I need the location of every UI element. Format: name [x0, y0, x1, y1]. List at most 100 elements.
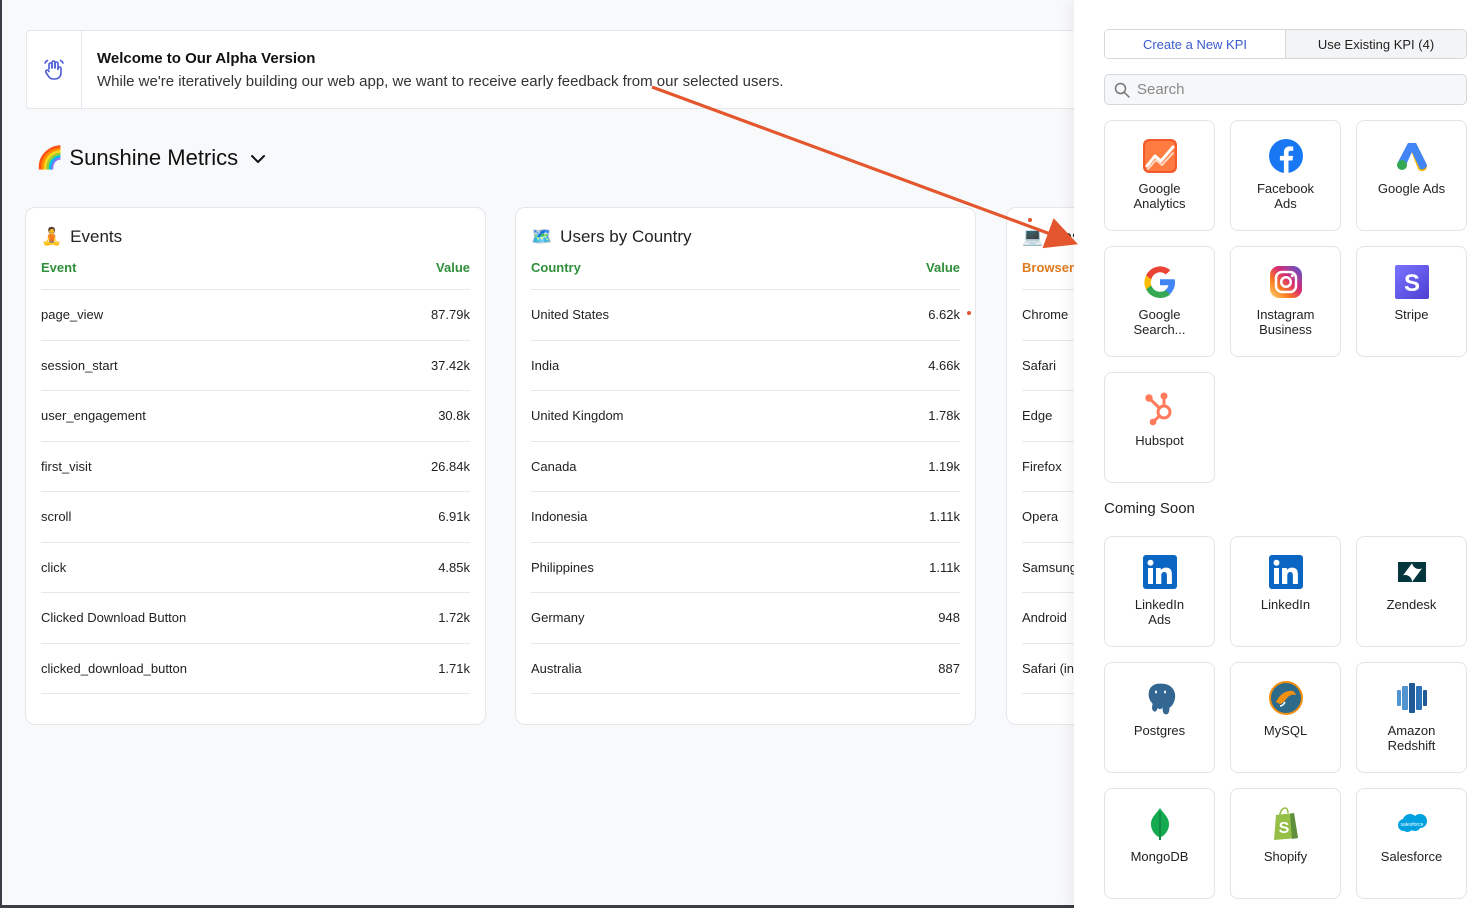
- row-label: United Kingdom: [531, 408, 624, 424]
- coming-soon-heading: Coming Soon: [1104, 500, 1195, 517]
- meditation-icon: 🧘: [41, 227, 63, 246]
- hubspot-icon: [1142, 390, 1178, 426]
- table-body: page_view 87.79k session_start 37.42k user_e…: [41, 290, 470, 694]
- mysql-icon: [1268, 680, 1304, 716]
- table-row[interactable]: scroll 6.91k: [41, 492, 470, 543]
- waving-hand-icon: [44, 59, 64, 80]
- card-title-text: Users by Country: [560, 227, 692, 246]
- row-value: 26.84k: [430, 458, 470, 474]
- postgres-icon: [1142, 680, 1178, 716]
- row-value: 87.79k: [430, 307, 470, 323]
- source-tile-linkedin[interactable]: LinkedIn: [1230, 536, 1341, 647]
- dashboard-title: Sunshine Metrics: [69, 145, 239, 170]
- table-body: United States 6.62k India 4.66k United Kingd…: [531, 290, 960, 694]
- source-tile-google-analytics[interactable]: Google Analytics: [1104, 120, 1215, 231]
- tile-label: Shopify: [1263, 849, 1308, 864]
- table-row[interactable]: session_start 37.42k: [41, 341, 470, 391]
- google-icon: [1142, 264, 1178, 300]
- row-label: page_view: [41, 307, 104, 323]
- source-tile-hubspot[interactable]: Hubspot: [1104, 372, 1215, 483]
- tile-label: Amazon Redshift: [1387, 723, 1436, 753]
- row-label: Germany: [531, 610, 585, 626]
- source-tile-google[interactable]: Google Search...: [1104, 246, 1215, 357]
- card-title: 🗺️ Users by Country: [531, 227, 692, 247]
- source-tile-mongodb[interactable]: MongoDB: [1104, 788, 1215, 899]
- column-header-browser: Browser: [1022, 260, 1075, 275]
- linkedin-icon: [1268, 554, 1304, 590]
- source-tile-stripe[interactable]: S Stripe: [1356, 246, 1467, 357]
- row-label: Firefox: [1022, 458, 1062, 474]
- row-value: 6.91k: [438, 509, 470, 525]
- table-row[interactable]: clicked_download_button 1.71k: [41, 644, 470, 694]
- table-row[interactable]: user_engagement 30.8k: [41, 391, 470, 442]
- table-row[interactable]: Germany 948: [531, 593, 960, 644]
- marker-dot: [1028, 218, 1032, 222]
- tile-label: Hubspot: [1135, 433, 1184, 448]
- mongodb-icon: [1142, 806, 1178, 842]
- table-row[interactable]: first_visit 26.84k: [41, 442, 470, 492]
- card-title: 🧘 Events: [41, 227, 122, 247]
- source-tile-shopify[interactable]: S Shopify: [1230, 788, 1341, 899]
- row-label: Canada: [531, 458, 577, 474]
- table-row[interactable]: page_view 87.79k: [41, 290, 470, 341]
- row-label: first_visit: [41, 458, 92, 474]
- shopify-icon: S: [1268, 806, 1304, 842]
- card-title-text: Events: [70, 227, 123, 246]
- table-row[interactable]: Indonesia 1.11k: [531, 492, 960, 543]
- google-ads-icon: [1394, 138, 1430, 174]
- source-tile-redshift[interactable]: Amazon Redshift: [1356, 662, 1467, 773]
- source-tile-mysql[interactable]: MySQL: [1230, 662, 1341, 773]
- source-tile-postgres[interactable]: Postgres: [1104, 662, 1215, 773]
- row-label: Samsung: [1022, 559, 1077, 575]
- row-label: Australia: [531, 660, 582, 676]
- search-input[interactable]: [1137, 81, 1457, 98]
- row-label: Android: [1022, 610, 1067, 626]
- table-row[interactable]: United Kingdom 1.78k: [531, 391, 960, 442]
- table-row[interactable]: United States 6.62k: [531, 290, 960, 341]
- search-box[interactable]: [1104, 74, 1467, 105]
- source-tile-salesforce[interactable]: salesforce Salesforce: [1356, 788, 1467, 899]
- tab-create-new-kpi[interactable]: Create a New KPI: [1105, 30, 1286, 58]
- table-row[interactable]: click 4.85k: [41, 543, 470, 593]
- table-row[interactable]: Philippines 1.11k: [531, 543, 960, 593]
- source-tile-facebook[interactable]: Facebook Ads: [1230, 120, 1341, 231]
- banner-text: While we're iteratively building our web…: [97, 73, 784, 90]
- banner-title: Welcome to Our Alpha Version: [97, 50, 316, 67]
- rainbow-icon: 🌈: [36, 145, 64, 170]
- table-row[interactable]: Canada 1.19k: [531, 442, 960, 492]
- map-icon: 🗺️: [531, 227, 553, 246]
- tile-label: Salesforce: [1380, 849, 1443, 864]
- tile-label: Facebook Ads: [1256, 181, 1315, 211]
- table-row[interactable]: Australia 887: [531, 644, 960, 694]
- table-row[interactable]: India 4.66k: [531, 341, 960, 391]
- row-value: 1.11k: [929, 509, 960, 525]
- row-label: user_engagement: [41, 408, 146, 424]
- source-tile-zendesk[interactable]: Zendesk: [1356, 536, 1467, 647]
- laptop-icon: 💻: [1022, 227, 1044, 246]
- instagram-icon: [1268, 264, 1304, 300]
- users-by-country-card: 🗺️ Users by Country Country Value United…: [515, 207, 976, 725]
- source-tile-instagram[interactable]: Instagram Business: [1230, 246, 1341, 357]
- row-value: 4.85k: [438, 559, 470, 575]
- row-value: 1.78k: [928, 408, 960, 424]
- kpi-source-panel: Create a New KPI Use Existing KPI (4) Go…: [1074, 0, 1484, 908]
- table-row[interactable]: Clicked Download Button 1.72k: [41, 593, 470, 644]
- facebook-icon: [1268, 138, 1304, 174]
- row-value: 30.8k: [438, 408, 470, 424]
- linkedin-icon: [1142, 554, 1178, 590]
- tab-use-existing-kpi[interactable]: Use Existing KPI (4): [1286, 30, 1466, 58]
- marker-dot: [967, 311, 971, 315]
- row-value: 37.42k: [430, 357, 470, 373]
- row-value: 6.62k: [928, 307, 960, 323]
- dashboard-selector[interactable]: 🌈 Sunshine Metrics: [36, 145, 268, 171]
- chevron-down-icon[interactable]: [248, 149, 268, 169]
- source-tile-google-ads[interactable]: Google Ads: [1356, 120, 1467, 231]
- salesforce-icon: salesforce: [1394, 806, 1430, 842]
- row-label: session_start: [41, 357, 118, 373]
- window-edge: [0, 0, 2, 908]
- tile-label: Google Analytics: [1133, 181, 1186, 211]
- row-value: 1.11k: [929, 559, 960, 575]
- source-tile-linkedin[interactable]: LinkedIn Ads: [1104, 536, 1215, 647]
- tile-label: Instagram Business: [1256, 307, 1315, 337]
- tile-label: Stripe: [1394, 307, 1429, 322]
